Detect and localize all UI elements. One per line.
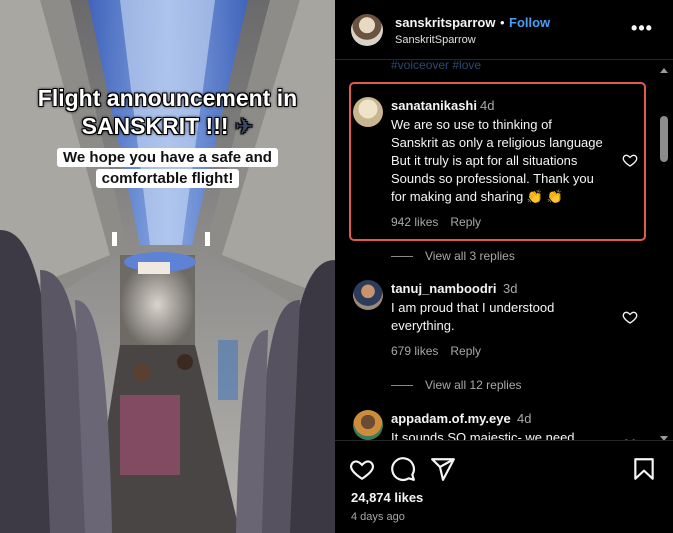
comment-time[interactable]: 3d: [503, 281, 517, 296]
comment-username[interactable]: sanatanikashi: [391, 98, 477, 113]
comment-text: We are so use to thinking of Sanskrit as…: [391, 116, 623, 206]
comment-likes[interactable]: 679 likes: [391, 344, 438, 358]
reply-button[interactable]: Reply: [450, 344, 481, 358]
reply-button[interactable]: Reply: [450, 215, 481, 229]
comment-avatar[interactable]: [353, 280, 383, 310]
author-username[interactable]: sanskritsparrow: [395, 15, 495, 30]
view-replies-label: View all 3 replies: [425, 249, 515, 263]
avatar[interactable]: [351, 14, 383, 46]
comment-username[interactable]: tanuj_namboodri: [391, 281, 496, 296]
comment-line: But it truly is apt for all situations: [391, 153, 578, 168]
share-icon[interactable]: [430, 456, 456, 482]
comment-text: I am proud that I understood everything.: [391, 299, 623, 335]
heart-icon[interactable]: [622, 152, 638, 168]
overlay-subtitle-line2: comfortable flight!: [95, 169, 240, 188]
comment-likes[interactable]: 942 likes: [391, 215, 438, 229]
post-header: sanskritsparrow • Follow SanskritSparrow…: [335, 0, 673, 60]
view-replies-button[interactable]: View all 12 replies: [391, 378, 522, 392]
comments-scrollbar[interactable]: [655, 60, 673, 440]
more-options-icon[interactable]: •••: [629, 16, 655, 42]
scrollbar-thumb[interactable]: [660, 116, 668, 162]
divider: [391, 256, 413, 258]
overlay-title-line1: Flight announcement in: [37, 85, 298, 111]
follow-button[interactable]: Follow: [509, 15, 550, 30]
bookmark-icon[interactable]: [631, 456, 657, 482]
post-sidebar: sanskritsparrow • Follow SanskritSparrow…: [335, 0, 673, 533]
comment-line: Sounds so professional. Thank you: [391, 171, 594, 186]
author-subtitle[interactable]: SanskritSparrow: [395, 34, 476, 46]
comment-meta: 679 likes Reply: [391, 344, 481, 358]
likes-count[interactable]: 24,874 likes: [351, 490, 423, 505]
comment-text: It sounds SO majestic- we need: [391, 429, 623, 440]
comment-time[interactable]: 4d: [517, 411, 531, 426]
view-replies-button[interactable]: View all 3 replies: [391, 249, 515, 263]
comment-line: I am proud that I understood: [391, 300, 555, 315]
comment-line: everything.: [391, 318, 455, 333]
comments-list[interactable]: #voiceover #love sanatanikashi 4d We are…: [335, 60, 673, 440]
view-replies-label: View all 12 replies: [425, 378, 522, 392]
post-timestamp[interactable]: 4 days ago: [351, 511, 405, 523]
comment-avatar[interactable]: [353, 410, 383, 440]
comment-meta: 942 likes Reply: [391, 215, 481, 229]
overlay-subtitle: We hope you have a safe and comfortable …: [0, 147, 335, 189]
comment-time[interactable]: 4d: [480, 98, 494, 113]
comment-line: It sounds SO majestic- we need: [391, 430, 575, 440]
comment-line: for making and sharing 👏 👏: [391, 189, 563, 204]
scroll-up-icon[interactable]: [660, 68, 668, 73]
post-media[interactable]: Flight announcement in SANSKRIT !!! ✈ We…: [0, 0, 335, 533]
caption-hashtags[interactable]: #voiceover #love: [391, 60, 481, 72]
overlay-title-line2: SANSKRIT !!!: [81, 113, 229, 139]
heart-icon[interactable]: [349, 456, 375, 482]
separator-dot: •: [500, 15, 505, 30]
comment-username[interactable]: appadam.of.my.eye: [391, 411, 511, 426]
airplane-icon: ✈: [234, 115, 254, 140]
overlay-subtitle-line1: We hope you have a safe and: [57, 148, 278, 167]
comment-line: We are so use to thinking of: [391, 117, 552, 132]
airplane-cabin-image: [0, 0, 335, 533]
comment-avatar[interactable]: [353, 97, 383, 127]
heart-icon[interactable]: [622, 309, 638, 325]
comment-line: Sanskrit as only a religious language: [391, 135, 603, 150]
comment-icon[interactable]: [390, 456, 416, 482]
overlay-title: Flight announcement in SANSKRIT !!! ✈: [0, 84, 335, 142]
divider: [391, 385, 413, 387]
post-actions: 24,874 likes 4 days ago: [335, 440, 673, 533]
